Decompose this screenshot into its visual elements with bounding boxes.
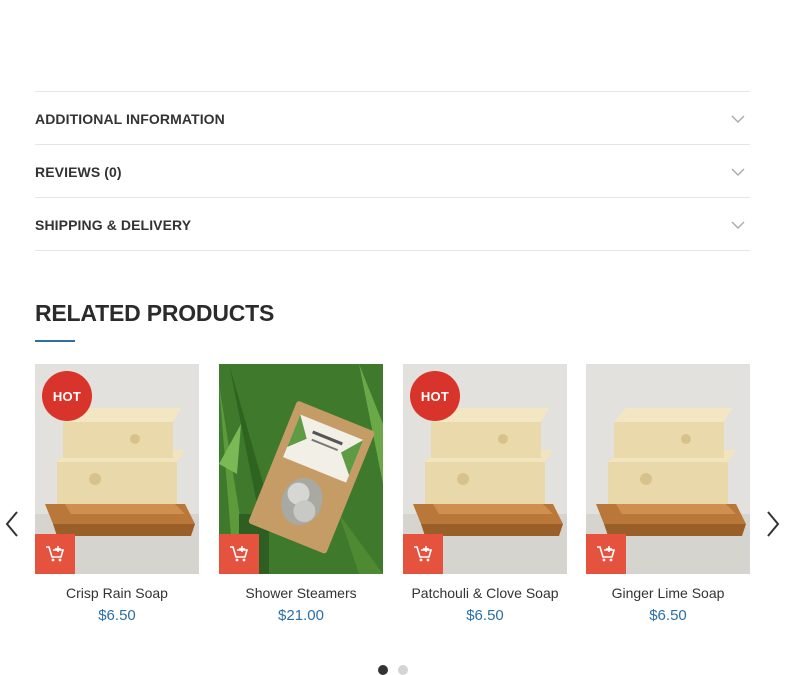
hot-badge: HOT — [42, 371, 92, 421]
description-text-fragment — [35, 0, 235, 3]
hot-badge: HOT — [410, 371, 460, 421]
chevron-down-icon — [731, 221, 745, 229]
product-name[interactable]: Ginger Lime Soap — [586, 585, 750, 601]
add-to-cart-icon — [597, 546, 616, 562]
tab-additional-information[interactable]: ADDITIONAL INFORMATION — [35, 92, 750, 145]
product-price: $6.50 — [98, 607, 136, 624]
heading-underline — [35, 340, 75, 342]
tab-label: SHIPPING & DELIVERY — [35, 216, 192, 233]
add-to-cart-button[interactable] — [219, 534, 259, 574]
carousel-next-button[interactable] — [765, 510, 781, 538]
add-to-cart-icon — [230, 546, 249, 562]
carousel-dot-2[interactable] — [398, 665, 408, 675]
product-image[interactable]: HOT — [403, 364, 567, 574]
product-price: $6.50 — [466, 607, 504, 624]
related-products-heading: RELATED PRODUCTS — [35, 300, 275, 326]
product-name[interactable]: Crisp Rain Soap — [35, 585, 199, 601]
add-to-cart-icon — [46, 546, 65, 562]
chevron-down-icon — [731, 168, 745, 176]
tab-shipping-delivery[interactable]: SHIPPING & DELIVERY — [35, 198, 750, 251]
add-to-cart-button[interactable] — [403, 534, 443, 574]
carousel-dot-1[interactable] — [378, 665, 388, 675]
tab-reviews[interactable]: REVIEWS (0) — [35, 145, 750, 198]
carousel-pagination — [378, 665, 408, 675]
tab-label: REVIEWS (0) — [35, 163, 122, 180]
tab-label: ADDITIONAL INFORMATION — [35, 110, 225, 127]
product-image[interactable]: HOT — [35, 364, 199, 574]
add-to-cart-button[interactable] — [586, 534, 626, 574]
product-card[interactable]: HOT Crisp Rain Soap $6.50 — [35, 364, 199, 624]
add-to-cart-button[interactable] — [35, 534, 75, 574]
product-card[interactable]: HOT Patchouli & Clove Soap $6.50 — [403, 364, 567, 624]
product-price: $21.00 — [278, 607, 324, 624]
product-card[interactable]: Ginger Lime Soap $6.50 — [586, 364, 750, 624]
product-image[interactable] — [586, 364, 750, 574]
add-to-cart-icon — [414, 546, 433, 562]
product-price: $6.50 — [649, 607, 687, 624]
product-name[interactable]: Shower Steamers — [219, 585, 383, 601]
product-name[interactable]: Patchouli & Clove Soap — [403, 585, 567, 601]
product-image[interactable] — [219, 364, 383, 574]
carousel-prev-button[interactable] — [4, 510, 20, 538]
chevron-down-icon — [731, 115, 745, 123]
product-card[interactable]: Shower Steamers $21.00 — [219, 364, 383, 624]
